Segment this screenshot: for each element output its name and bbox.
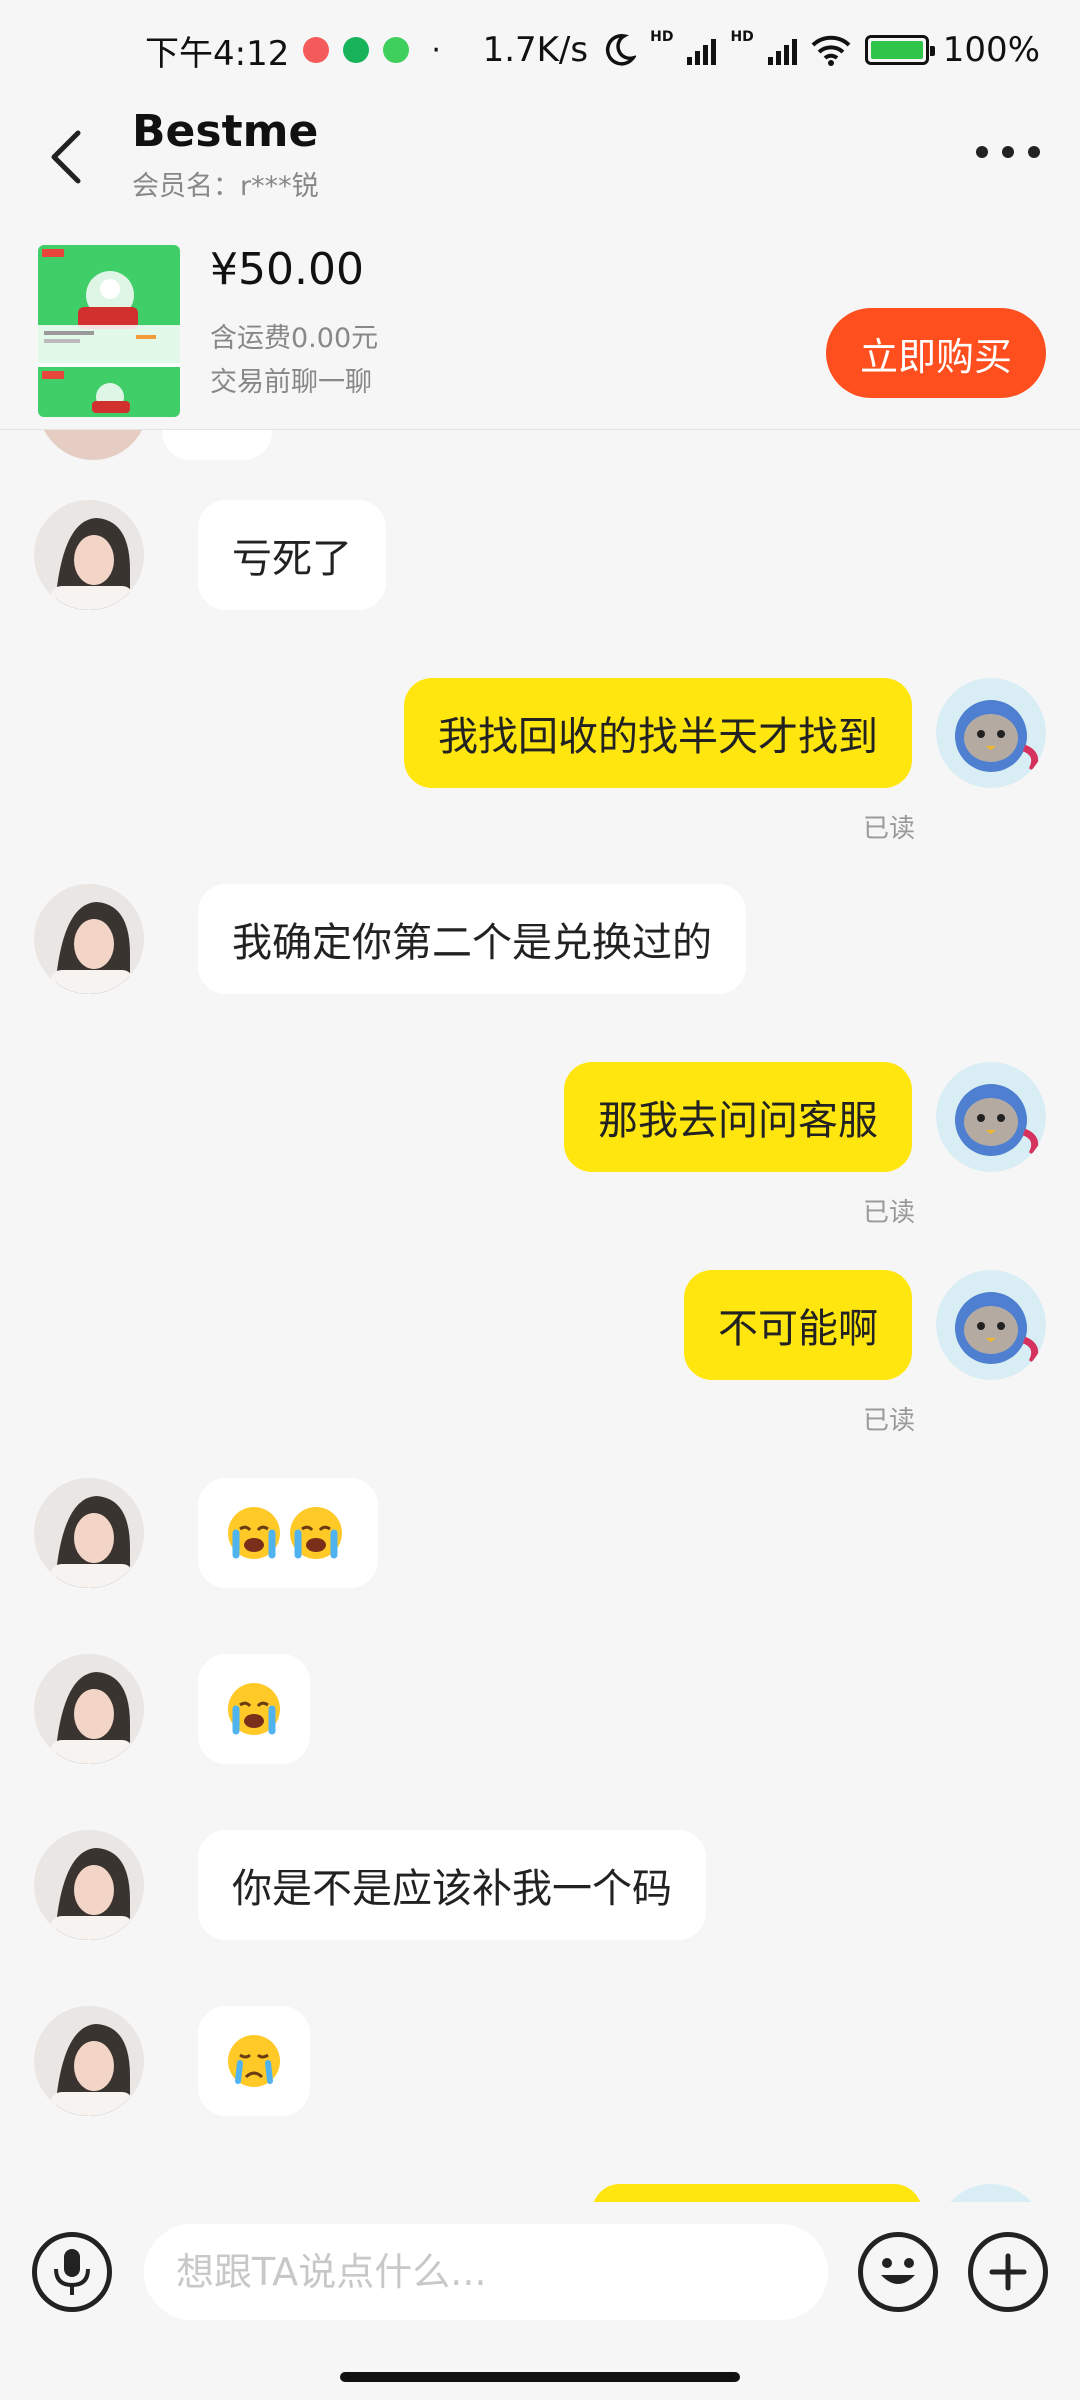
self-avatar[interactable]: [936, 1270, 1046, 1380]
message-incoming: [34, 2006, 310, 2116]
back-button[interactable]: [40, 122, 90, 192]
message-input[interactable]: [144, 2224, 828, 2320]
more-dot-icon: [1002, 146, 1014, 158]
message-bubble[interactable]: [198, 1478, 378, 1588]
status-bar: 下午4:12 · 1.7K/s HD HD 100%: [0, 0, 1080, 100]
contact-avatar[interactable]: [34, 500, 144, 610]
read-status: 已读: [862, 814, 915, 844]
message-bubble[interactable]: 我找回收的找半天才找到: [404, 678, 912, 788]
gift-card-image: [38, 245, 180, 417]
network-speed: 1.7K/s: [482, 30, 589, 70]
contact-avatar[interactable]: [34, 2006, 144, 2116]
wifi-icon: [811, 35, 851, 66]
message-bubble[interactable]: 那我去问问客服: [564, 1062, 912, 1172]
message-outgoing: 不可能啊: [684, 1270, 1046, 1380]
more-dot-icon: [976, 146, 988, 158]
product-card[interactable]: ¥50.00 含运费0.00元 交易前聊一聊 立即购买: [0, 220, 1080, 430]
read-status: 已读: [862, 1198, 915, 1228]
hd-label-2: HD: [730, 29, 754, 45]
buy-now-button[interactable]: 立即购买: [826, 308, 1046, 398]
message-bubble-partial: [592, 2184, 922, 2202]
message-bubble[interactable]: 我确定你第二个是兑换过的: [198, 884, 746, 994]
plus-icon: [989, 2253, 1027, 2291]
self-avatar-partial: [936, 2184, 1046, 2202]
wechat-icon: [383, 37, 410, 63]
more-dot-icon: [1028, 146, 1040, 158]
contact-avatar[interactable]: [34, 884, 144, 994]
product-price: ¥50.00: [210, 244, 364, 295]
loudly-crying-face-icon: [228, 1683, 280, 1735]
self-avatar[interactable]: [936, 1062, 1046, 1172]
hd-label: HD: [650, 29, 674, 45]
product-thumbnail[interactable]: [38, 245, 180, 417]
chat-before-trade-note: 交易前聊一聊: [210, 367, 372, 398]
signal-icon-2: [767, 35, 797, 65]
battery-icon: [864, 35, 935, 65]
bubble-partial: [162, 430, 272, 460]
contact-avatar[interactable]: [34, 1830, 144, 1940]
notification-app-icon: [303, 37, 330, 63]
message-list[interactable]: 亏死了 我找回收的找半天才找到 已读 我确定你第二个是兑换过的 那我去问问客服 …: [0, 430, 1080, 2202]
message-incoming: [34, 1478, 378, 1588]
signal-icon: [687, 35, 717, 65]
self-avatar[interactable]: [936, 678, 1046, 788]
microphone-icon: [54, 2249, 90, 2295]
shipping-fee: 含运费0.00元: [210, 323, 379, 354]
battery-fill: [870, 41, 923, 59]
more-actions-button[interactable]: [968, 2232, 1048, 2312]
avatar-partial: [38, 430, 148, 460]
message-incoming: 亏死了: [34, 500, 386, 610]
voice-input-button[interactable]: [32, 2232, 112, 2312]
input-bar: [0, 2202, 1080, 2352]
home-indicator[interactable]: [340, 2372, 740, 2382]
emoji-button[interactable]: [858, 2232, 938, 2312]
message-bubble[interactable]: [198, 2006, 310, 2116]
message-bubble[interactable]: 亏死了: [198, 500, 386, 610]
member-name: 会员名：r***锐: [132, 171, 319, 202]
message-outgoing: 我找回收的找半天才找到: [404, 678, 1046, 788]
message-incoming: 你是不是应该补我一个码: [34, 1830, 706, 1940]
message-bubble[interactable]: [198, 1654, 310, 1764]
message-outgoing: 那我去问问客服: [564, 1062, 1046, 1172]
crying-face-icon: [228, 2035, 280, 2087]
smiley-icon: [881, 2258, 915, 2284]
moon-icon: [606, 34, 637, 66]
chat-header: Bestme 会员名：r***锐: [0, 100, 1080, 220]
message-bubble[interactable]: 你是不是应该补我一个码: [198, 1830, 706, 1940]
message-incoming: [34, 1654, 310, 1764]
contact-avatar[interactable]: [34, 1478, 144, 1588]
more-notifications-dot: ·: [431, 32, 441, 68]
message-bubble[interactable]: 不可能啊: [684, 1270, 912, 1380]
chat-title: Bestme: [132, 106, 319, 157]
status-time: 下午4:12: [145, 33, 290, 74]
battery-percent: 100%: [942, 30, 1040, 70]
loudly-crying-face-icon: [228, 1507, 280, 1559]
read-status: 已读: [862, 1406, 915, 1436]
phone-app-icon: [343, 37, 370, 63]
loudly-crying-face-icon: [290, 1507, 342, 1559]
more-options-button[interactable]: [976, 140, 1040, 164]
message-incoming: 我确定你第二个是兑换过的: [34, 884, 746, 994]
back-arrow-icon: [51, 130, 81, 184]
contact-avatar[interactable]: [34, 1654, 144, 1764]
